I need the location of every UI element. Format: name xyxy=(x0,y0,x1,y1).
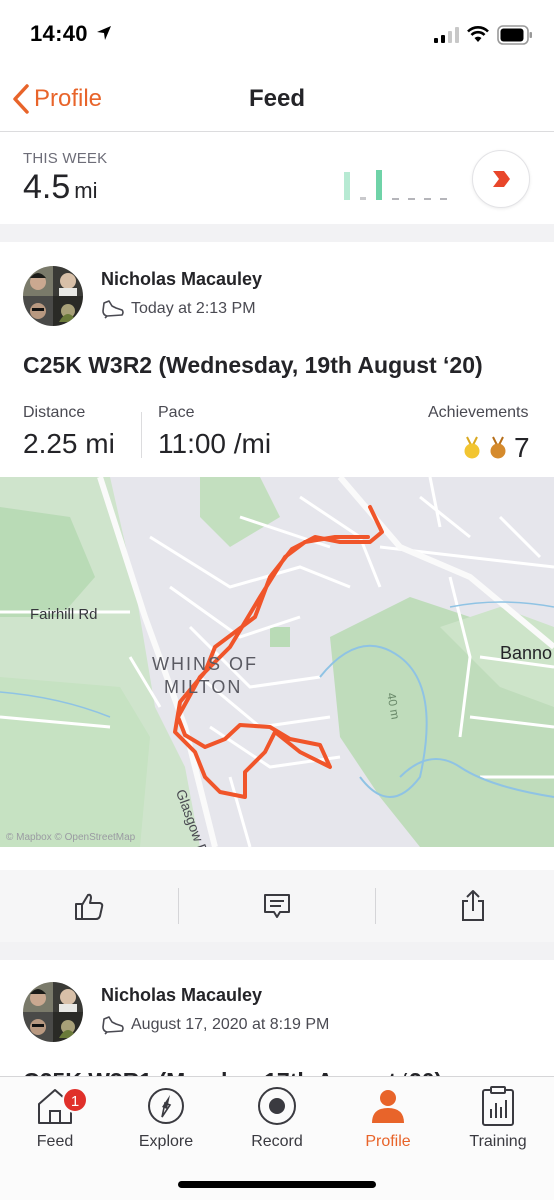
status-bar: 14:40 xyxy=(0,0,554,70)
athlete-name[interactable]: Nicholas Macauley xyxy=(101,269,262,290)
athlete-name[interactable]: Nicholas Macauley xyxy=(101,985,262,1006)
map-label-area-1: WHINS OF xyxy=(152,654,258,674)
tab-training[interactable]: Training xyxy=(443,1083,553,1153)
share-icon xyxy=(462,890,484,921)
clipboard-chart-icon xyxy=(482,1086,514,1126)
kudos-button[interactable] xyxy=(0,870,178,942)
page-title: Feed xyxy=(248,85,305,112)
notification-badge: 1 xyxy=(62,1087,88,1113)
pace-label: Pace xyxy=(158,404,195,421)
week-bar-sat xyxy=(424,198,431,200)
map-image xyxy=(0,477,554,847)
distance-value: 2.25 mi xyxy=(23,428,115,459)
week-bar-sun xyxy=(440,198,447,200)
tab-record-icon-wrap xyxy=(222,1083,332,1129)
week-bar-tue xyxy=(360,197,366,200)
gold-medal-icon xyxy=(464,436,480,459)
tab-feed[interactable]: 1 Feed xyxy=(0,1083,110,1153)
chevron-right-icon xyxy=(493,171,510,187)
tab-explore-icon-wrap xyxy=(111,1083,221,1129)
home-indicator[interactable] xyxy=(178,1181,376,1188)
week-bar-thu xyxy=(392,198,399,200)
action-separator xyxy=(178,888,179,924)
activity-meta: August 17, 2020 at 8:19 PM xyxy=(101,1015,329,1035)
achievements-count: 7 xyxy=(514,432,530,463)
tab-profile-label: Profile xyxy=(365,1133,411,1150)
tab-bar: 1 Feed Explore Record Profile Training xyxy=(0,1076,554,1200)
activity-time: August 17, 2020 at 8:19 PM xyxy=(131,1016,330,1033)
pace-value: 11:00 /mi xyxy=(158,428,272,459)
week-bar-mon xyxy=(344,172,350,200)
achievements[interactable]: 7 xyxy=(462,432,530,464)
comment-icon xyxy=(264,894,290,918)
bronze-medal-icon xyxy=(490,436,506,459)
avatar-image xyxy=(23,982,83,1042)
compass-icon xyxy=(148,1088,184,1124)
wifi-icon xyxy=(467,26,489,42)
share-button[interactable] xyxy=(384,870,554,942)
comment-button[interactable] xyxy=(188,870,366,942)
route-map[interactable]: Fairhill Rd WHINS OF MILTON Banno 40 m G… xyxy=(0,477,554,847)
tab-record-label: Record xyxy=(251,1133,303,1150)
tab-training-label: Training xyxy=(469,1133,527,1150)
profile-icon xyxy=(372,1090,404,1123)
week-bar-fri xyxy=(408,198,415,200)
map-label-place: Banno xyxy=(500,643,553,663)
activity-title[interactable]: C25K W3R2 (Wednesday, 19th August ‘20) xyxy=(23,352,483,379)
map-label-area-2: MILTON xyxy=(164,677,243,697)
stat-divider xyxy=(141,412,142,458)
thumbs-up-icon xyxy=(75,893,104,920)
tab-profile[interactable]: Profile xyxy=(333,1083,443,1153)
activity-card[interactable]: Nicholas Macauley Today at 2:13 PM C25K … xyxy=(0,242,554,942)
record-icon xyxy=(258,1087,296,1125)
avatar-image xyxy=(23,266,83,326)
cellular-signal-icon xyxy=(434,27,459,43)
week-label: THIS WEEK xyxy=(23,150,108,167)
avatar[interactable] xyxy=(23,266,83,326)
map-attribution[interactable]: © Mapbox © OpenStreetMap xyxy=(6,832,135,843)
week-activity-bars xyxy=(344,170,447,200)
tab-explore-label: Explore xyxy=(138,1133,194,1150)
achievements-label: Achievements xyxy=(428,404,529,421)
week-forward-button[interactable] xyxy=(472,150,530,208)
distance-label: Distance xyxy=(23,404,86,421)
map-label-fairhill: Fairhill Rd xyxy=(30,606,98,623)
activity-card[interactable]: Nicholas Macauley August 17, 2020 at 8:1… xyxy=(0,960,554,1080)
tab-profile-icon-wrap xyxy=(333,1083,443,1129)
tab-feed-icon-wrap xyxy=(0,1083,110,1129)
tab-feed-label: Feed xyxy=(36,1133,74,1150)
week-distance-unit: mi xyxy=(74,178,98,203)
location-arrow-icon xyxy=(97,26,111,40)
week-distance-value: 4.5 xyxy=(23,168,71,206)
activity-meta: Today at 2:13 PM xyxy=(101,299,256,319)
activity-actions xyxy=(0,870,554,942)
activity-time: Today at 2:13 PM xyxy=(131,300,256,317)
running-shoe-icon xyxy=(102,1016,124,1035)
tab-explore[interactable]: Explore xyxy=(111,1083,221,1153)
status-time: 14:40 xyxy=(30,21,88,46)
tab-training-icon-wrap xyxy=(443,1083,553,1129)
week-bar-wed xyxy=(376,170,382,200)
avatar[interactable] xyxy=(23,982,83,1042)
feed-screen: 14:40 Profile Feed THIS WEEK 4.5 mi Nich… xyxy=(0,0,554,1200)
tab-record[interactable]: Record xyxy=(222,1083,332,1153)
battery-icon xyxy=(497,25,532,45)
week-distance: 4.5 mi xyxy=(23,168,97,207)
nav-bar: Profile Feed xyxy=(0,70,554,132)
running-shoe-icon xyxy=(102,300,124,319)
action-separator xyxy=(375,888,376,924)
this-week-summary[interactable]: THIS WEEK 4.5 mi xyxy=(0,132,554,224)
